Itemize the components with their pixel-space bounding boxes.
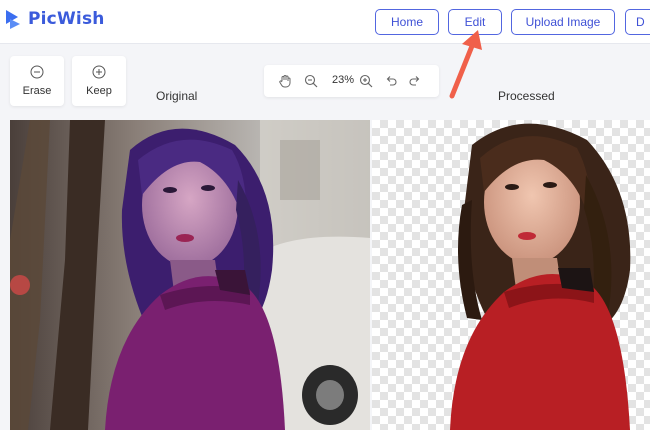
processed-photo-illustration (450, 123, 631, 430)
download-button[interactable]: D (625, 9, 650, 35)
minus-circle-icon (30, 65, 44, 79)
top-header: PicWish Home Edit Upload Image D (0, 0, 650, 44)
app-window: PicWish Home Edit Upload Image D Erase K… (0, 0, 650, 430)
undo-icon[interactable] (383, 73, 399, 89)
brand-logo[interactable]: PicWish (4, 8, 105, 30)
plus-circle-icon (92, 65, 106, 79)
brand-name: PicWish (28, 9, 105, 29)
processed-image (372, 120, 650, 430)
processed-panel-label: Processed (498, 89, 555, 103)
erase-label: Erase (22, 85, 52, 97)
picwish-logo-icon (6, 10, 20, 29)
redo-icon[interactable] (407, 73, 423, 89)
original-panel-label: Original (156, 89, 198, 103)
original-image (10, 120, 370, 430)
erase-tool-button[interactable]: Erase (10, 56, 64, 106)
zoom-toolbar: 23% (264, 65, 439, 97)
hand-icon[interactable] (277, 73, 293, 89)
annotation-arrow-icon (449, 30, 482, 99)
original-photo-illustration (10, 120, 370, 430)
keep-tool-button[interactable]: Keep (72, 56, 126, 106)
upload-image-button[interactable]: Upload Image (511, 9, 615, 35)
home-button[interactable]: Home (375, 9, 439, 35)
zoom-in-icon[interactable] (358, 73, 374, 89)
keep-label: Keep (86, 85, 112, 97)
zoom-out-icon[interactable] (303, 73, 319, 89)
zoom-level: 23% (331, 74, 355, 86)
